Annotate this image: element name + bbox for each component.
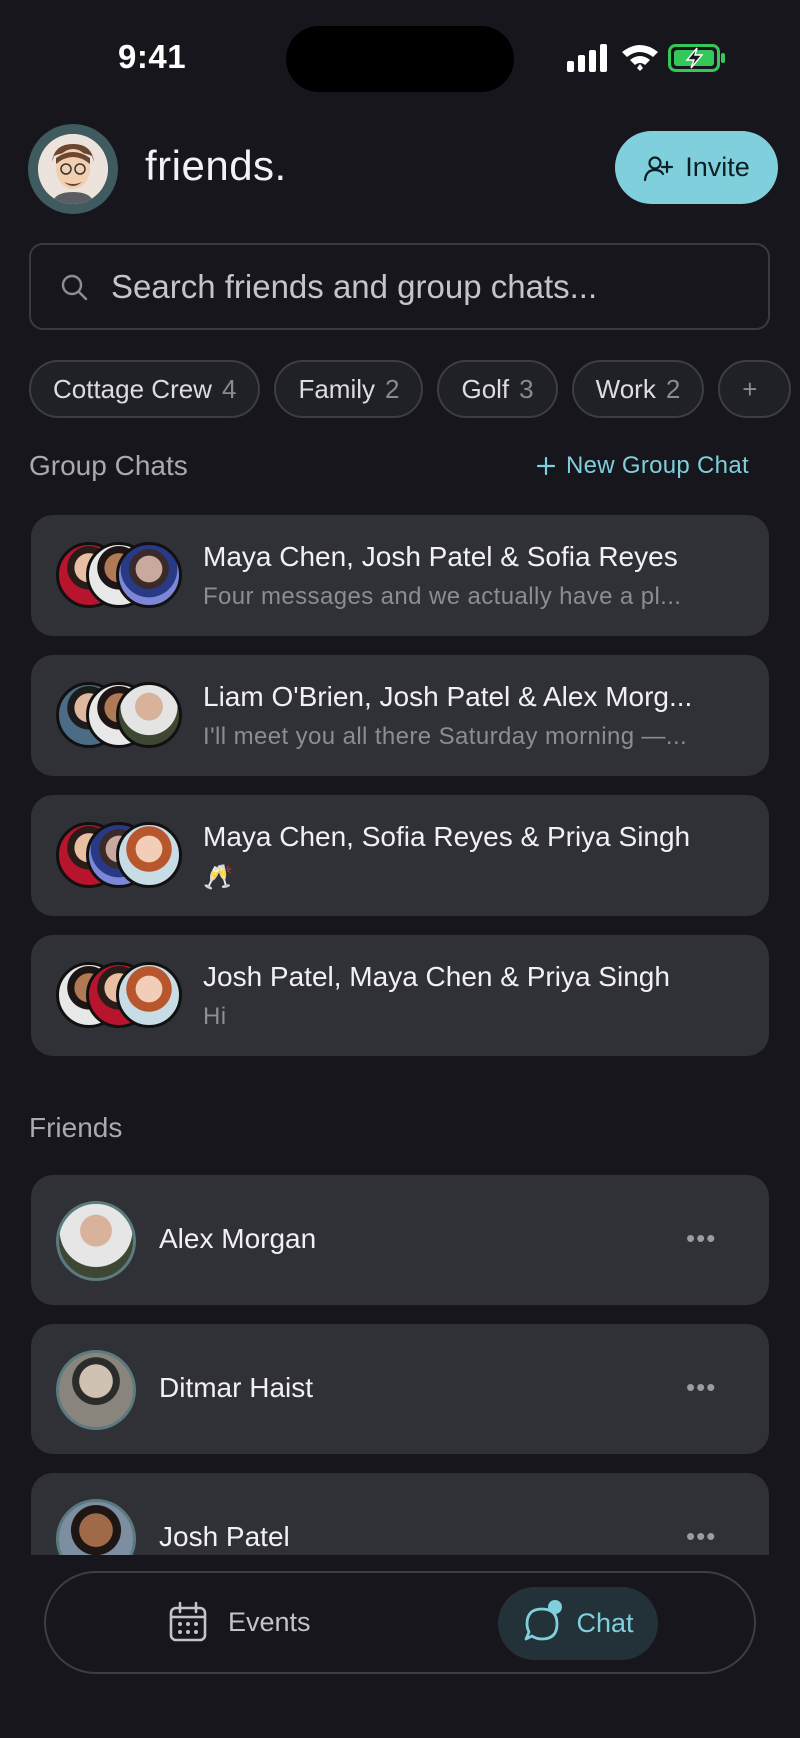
chip-cottage-crew[interactable]: Cottage Crew 4 [29,360,261,418]
chat-icon [522,1599,563,1644]
friend-name: Josh Patel [159,1521,290,1552]
friend-item[interactable]: Ditmar Haist ••• [31,1324,769,1454]
search-bar[interactable] [29,243,770,330]
search-icon [61,274,88,300]
group-avatar-stack [56,682,186,748]
group-chat-item[interactable]: Maya Chen, Josh Patel & Sofia Reyes Four… [31,515,769,636]
chip-work[interactable]: Work 2 [571,360,705,418]
notification-dot [548,1599,563,1614]
app-title: friends. [145,142,287,189]
group-chat-last-message: I'll meet you all there Saturday morning… [203,723,688,750]
group-chat-last-message: Hi [203,1003,227,1030]
group-chat-item[interactable]: Liam O'Brien, Josh Patel & Alex Morg... … [31,655,769,776]
group-filter-chips: Cottage Crew 4 Family 2 Golf 3 Work 2 + [29,360,800,418]
friend-name: Ditmar Haist [159,1372,314,1403]
invite-button-label: Invite [685,152,750,182]
add-user-icon [644,155,674,181]
avatar [116,542,182,608]
avatar [116,822,182,888]
chip-count: 3 [519,373,534,404]
friend-item[interactable]: Alex Morgan ••• [31,1175,769,1305]
new-group-chat-label: New Group Chat [566,452,749,479]
group-chat-last-message: Four messages and we actually have a pl.… [203,583,682,610]
chip-label: Work [595,373,656,404]
avatar [56,1201,136,1281]
chip-label: Cottage Crew [53,373,212,404]
chip-count: 4 [221,373,237,404]
nav-events-label: Events [228,1606,311,1637]
chip-family[interactable]: Family 2 [274,360,424,418]
group-chat-item[interactable]: Josh Patel, Maya Chen & Priya Singh Hi [31,935,769,1056]
more-options-icon[interactable]: ••• [686,1372,716,1403]
bottom-nav: Events Chat [44,1571,756,1674]
nav-chat-tab[interactable]: Chat [498,1587,658,1660]
plus-icon [536,456,556,476]
chip-count: 2 [385,373,400,404]
profile-avatar[interactable] [28,124,118,214]
avatar [116,682,182,748]
group-chat-name: Maya Chen, Sofia Reyes & Priya Singh [203,821,691,852]
search-input[interactable] [111,267,731,306]
group-chat-name: Liam O'Brien, Josh Patel & Alex Morg... [203,681,693,712]
friends-heading: Friends [29,1112,123,1143]
group-chat-name: Josh Patel, Maya Chen & Priya Singh [203,961,670,992]
status-time: 9:41 [118,38,187,75]
dynamic-island [286,26,514,92]
battery-icon [668,44,725,72]
group-chat-last-message: 🥂 [203,864,234,891]
chip-label: Family [298,373,375,404]
calendar-icon [169,1601,207,1642]
group-chat-item[interactable]: Maya Chen, Sofia Reyes & Priya Singh 🥂 [31,795,769,916]
signal-icon [567,44,609,72]
chip-label: + [742,373,758,404]
add-chip-button[interactable]: + [718,360,792,418]
chip-count: 2 [665,373,681,404]
nav-events-tab[interactable]: Events [168,1601,311,1643]
group-avatar-stack [56,962,186,1028]
wifi-icon [622,45,658,71]
avatar [116,962,182,1028]
more-options-icon[interactable]: ••• [686,1223,716,1254]
group-avatar-stack [56,542,186,608]
chip-label: Golf [461,373,510,404]
avatar [56,1350,136,1430]
invite-button[interactable]: Invite [615,131,778,204]
friend-name: Alex Morgan [159,1223,317,1254]
nav-chat-label: Chat [576,1608,634,1638]
profile-avatar-image [38,134,108,204]
more-options-icon[interactable]: ••• [686,1521,716,1552]
group-chat-name: Maya Chen, Josh Patel & Sofia Reyes [203,541,678,572]
group-chats-heading: Group Chats [29,450,188,481]
group-avatar-stack [56,822,186,888]
chip-golf[interactable]: Golf 3 [437,360,558,418]
new-group-chat-button[interactable]: New Group Chat [536,452,749,480]
